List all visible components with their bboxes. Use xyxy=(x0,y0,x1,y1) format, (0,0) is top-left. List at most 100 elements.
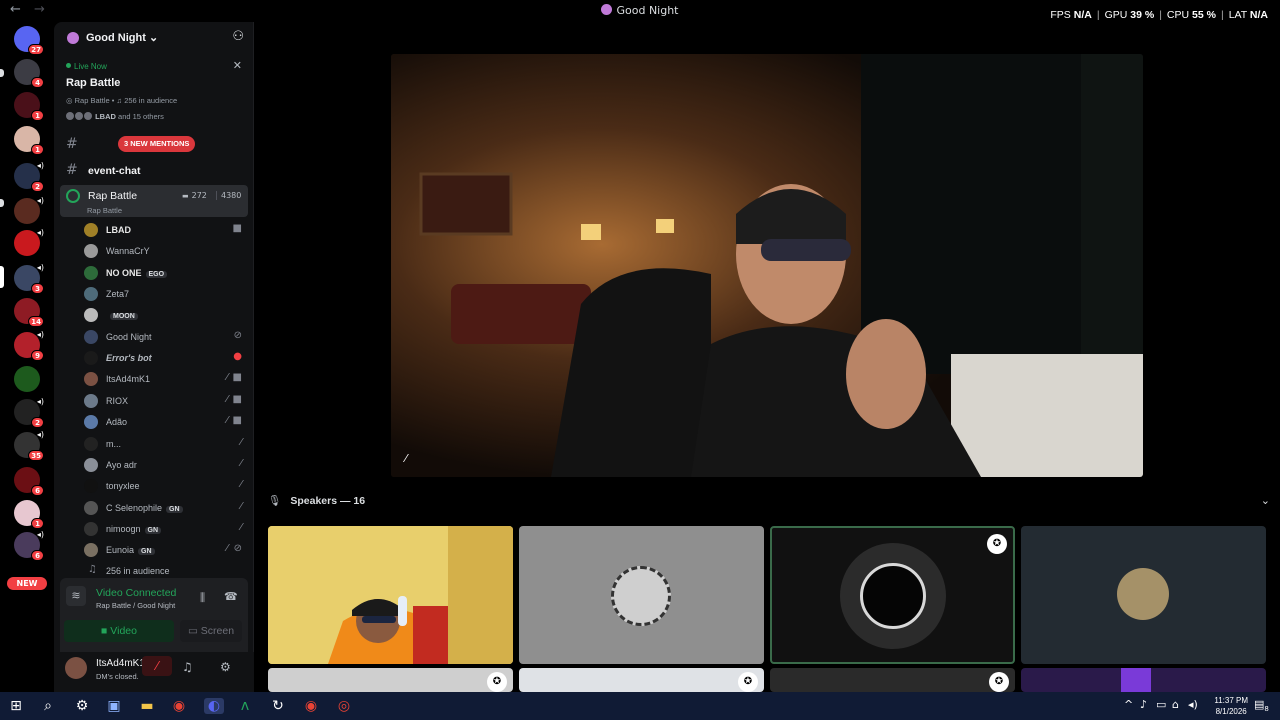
avatar[interactable] xyxy=(65,657,87,679)
voice-member[interactable]: ItsAd4mK1 ⁄ ■ xyxy=(84,369,248,389)
voice-member[interactable]: MOON xyxy=(84,305,248,325)
disconnect-icon[interactable]: ☎ xyxy=(224,590,238,603)
server-icon[interactable]: 1 xyxy=(14,126,44,155)
voice-member[interactable]: NO ONE EGO xyxy=(84,263,248,283)
stage-view: ⁄ 🎙 Speakers — 16 ⌄ ✪ ✪ ✪ ✪ xyxy=(255,22,1280,692)
meta-audience: 256 in audience xyxy=(124,96,178,105)
microphone-icon[interactable]: ♪ xyxy=(1140,698,1147,711)
voice-member[interactable]: nimoogn GN ⁄ xyxy=(84,519,248,539)
server-icon[interactable]: 14 xyxy=(14,298,44,327)
voice-member[interactable]: RIOX ⁄ ■ xyxy=(84,391,248,411)
voice-member[interactable]: WannaCrY xyxy=(84,241,248,261)
speaker-tile[interactable] xyxy=(1021,668,1266,692)
speaker-icon: ◂) xyxy=(36,263,44,272)
screen-share-button[interactable]: ▭ Screen xyxy=(180,620,242,642)
search-icon[interactable]: ⌕ xyxy=(40,698,56,714)
display-icon[interactable]: ▭ xyxy=(1156,698,1166,711)
server-icon[interactable]: 4 xyxy=(14,59,44,88)
server-icon[interactable]: ◂) 2 xyxy=(14,161,44,192)
live-event-card[interactable]: Live Now ✕ Rap Battle ◎ Rap Battle • ♫ 2… xyxy=(58,56,250,126)
server-icon[interactable] xyxy=(14,366,40,392)
server-icon[interactable]: 1 xyxy=(14,92,44,121)
member-name: MOON xyxy=(106,310,138,320)
guild-icon xyxy=(67,32,79,44)
speaker-tile[interactable]: ✪ xyxy=(519,668,764,692)
app-icon[interactable]: ↻ xyxy=(270,698,286,714)
voice-connected-status[interactable]: Video Connected xyxy=(96,587,176,599)
new-servers-badge[interactable]: NEW xyxy=(7,577,47,590)
app-icon[interactable]: ʌ xyxy=(237,698,253,714)
voice-member[interactable]: tonyxlee ⁄ xyxy=(84,476,248,496)
signal-icon[interactable]: ≋ xyxy=(66,586,86,606)
member-name: m... xyxy=(106,439,121,449)
server-icon[interactable]: 1 xyxy=(14,500,44,529)
folder-icon[interactable]: ▬ xyxy=(139,698,155,714)
speakers-header[interactable]: 🎙 Speakers — 16 xyxy=(268,494,365,507)
chrome-icon[interactable]: ◉ xyxy=(303,698,319,714)
mute-button[interactable]: ⁄ xyxy=(142,656,172,676)
headphones-button[interactable]: ♫ xyxy=(182,660,193,674)
speaker-tile[interactable] xyxy=(1021,526,1266,664)
invite-people-icon[interactable]: ⚇ xyxy=(232,29,244,44)
server-icon[interactable]: ◂) 9 xyxy=(14,330,44,361)
guild-name[interactable]: Good Night ⌄ xyxy=(86,31,158,44)
voice-channel-name: Rap Battle xyxy=(88,190,138,202)
system-clock[interactable]: 11:37 PM 8/1/2026 xyxy=(1214,695,1248,717)
store-icon[interactable]: ▣ xyxy=(106,698,122,714)
direct-messages-icon[interactable]: 27 xyxy=(14,26,44,55)
voice-member[interactable]: Good Night ⊘ xyxy=(84,327,248,347)
voice-member[interactable]: C Selenophile GN ⁄ xyxy=(84,498,248,518)
server-icon[interactable]: ◂) 35 xyxy=(14,430,44,461)
stage-icon: ◎ xyxy=(66,96,73,105)
voice-member[interactable]: LBAD ■ xyxy=(84,220,248,240)
windows-start-icon[interactable]: ⊞ xyxy=(8,698,24,714)
notifications-icon[interactable]: ▤8 xyxy=(1254,698,1269,713)
noise-suppression-icon[interactable]: ⫼ xyxy=(200,591,205,605)
voice-member[interactable]: Eunoia GN ⁄ ⊘ xyxy=(84,540,248,560)
voice-member[interactable]: Adão ⁄ ■ xyxy=(84,412,248,432)
voice-channel-rap-battle[interactable]: Rap Battle Rap Battle 272 4380 xyxy=(60,185,248,217)
channel-mentions[interactable]: # 3 NEW MENTIONS xyxy=(58,135,250,155)
tray-chevron-icon[interactable]: ^ xyxy=(1124,698,1133,711)
username[interactable]: ItsAd4mK1 xyxy=(96,658,145,669)
chrome-icon[interactable]: ◉ xyxy=(171,698,187,714)
server-icon[interactable]: ◂) 2 xyxy=(14,397,44,428)
server-icon[interactable]: ◂) xyxy=(14,228,44,256)
speaker-tile[interactable] xyxy=(519,526,764,664)
chevron-down-icon[interactable]: ⌄ xyxy=(1261,494,1270,507)
network-icon[interactable]: ⌂ xyxy=(1172,698,1179,711)
voice-member[interactable]: Ayo adr ⁄ xyxy=(84,455,248,475)
speaker-icon: ◂) xyxy=(36,397,44,406)
guild-header[interactable]: Good Night ⌄ ⚇ xyxy=(54,22,254,54)
fps-value: N/A xyxy=(1073,9,1092,21)
microphone-icon: 🎙 xyxy=(268,495,282,507)
server-icon[interactable]: 6 xyxy=(14,467,44,496)
focused-video-stream[interactable]: ⁄ xyxy=(391,54,1143,477)
speaker-tile[interactable]: ✪ xyxy=(770,668,1015,692)
voice-member[interactable]: m... ⁄ xyxy=(84,434,248,454)
muted-icon: ⁄ xyxy=(240,522,242,533)
volume-icon[interactable]: ◂) xyxy=(1188,698,1198,711)
channel-event-chat[interactable]: # event-chat xyxy=(58,161,250,181)
server-icon[interactable]: ◂) 6 xyxy=(14,530,44,561)
new-mentions-badge[interactable]: 3 NEW MENTIONS xyxy=(118,136,196,152)
speaker-tile-active[interactable]: ✪ xyxy=(770,526,1015,664)
speaker-tile[interactable]: ✪ xyxy=(268,668,513,692)
clock-date: 8/1/2026 xyxy=(1215,707,1247,716)
avatar xyxy=(84,543,98,557)
video-button[interactable]: ■ Video xyxy=(64,620,174,642)
settings-gear-icon[interactable]: ⚙ xyxy=(74,698,90,714)
server-icon[interactable]: ◂) xyxy=(14,196,44,224)
avatar xyxy=(84,351,98,365)
voice-location[interactable]: Rap Battle / Good Night xyxy=(96,601,175,610)
member-name: ItsAd4mK1 xyxy=(106,374,151,384)
server-icon-good-night[interactable]: ◂) 3 xyxy=(14,263,44,294)
close-icon[interactable]: ✕ xyxy=(233,59,242,72)
speaker-icon: ◂) xyxy=(36,530,44,539)
discord-icon[interactable]: ◐ xyxy=(204,698,224,714)
speaker-tile[interactable] xyxy=(268,526,513,664)
app-icon[interactable]: ◎ xyxy=(336,698,352,714)
voice-member[interactable]: Error's bot ● xyxy=(84,348,248,368)
voice-member[interactable]: Zeta7 xyxy=(84,284,248,304)
settings-gear-icon[interactable]: ⚙ xyxy=(220,660,231,674)
